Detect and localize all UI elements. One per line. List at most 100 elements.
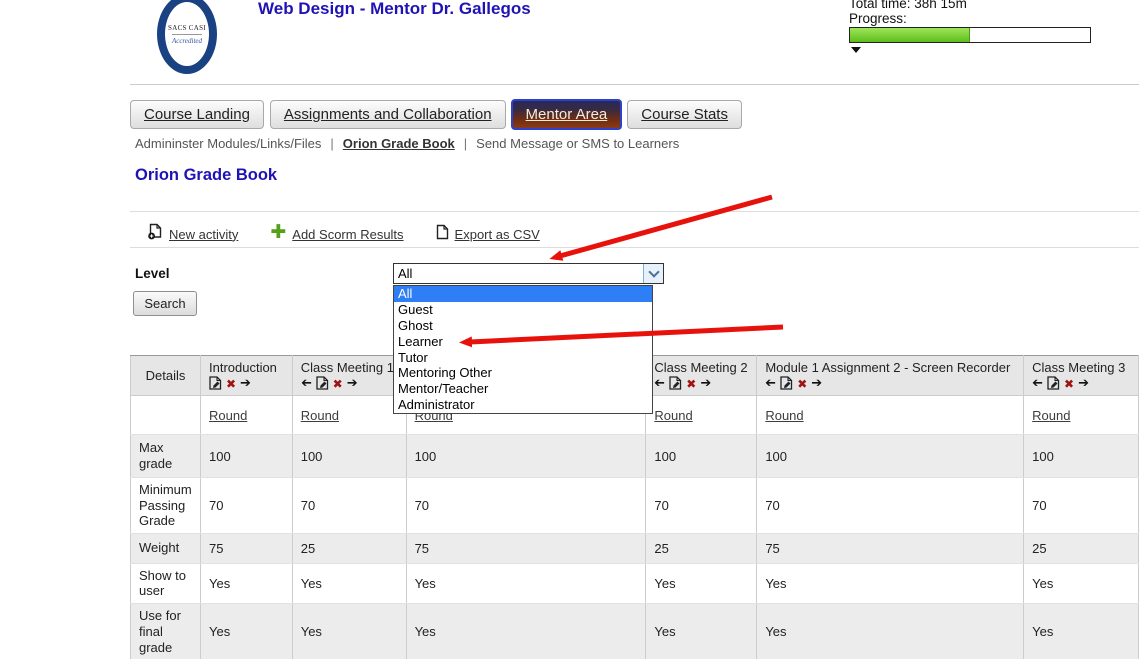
option-guest[interactable]: Guest <box>394 302 652 318</box>
option-ghost[interactable]: Ghost <box>394 318 652 334</box>
row-label: Minimum Passing Grade <box>131 478 201 534</box>
value-cell: 70 <box>1024 478 1139 534</box>
badge-line1: SACS CASI <box>168 24 206 32</box>
edit-activity-icon[interactable] <box>1047 376 1060 393</box>
option-administrator[interactable]: Administrator <box>394 397 652 413</box>
new-activity-link[interactable]: New activity <box>148 223 238 245</box>
subnav-item-send-message-or-sms-to-learners[interactable]: Send Message or SMS to Learners <box>476 136 679 151</box>
delete-activity-icon[interactable]: ✖ <box>797 378 807 390</box>
round-cell: Round <box>646 396 757 435</box>
level-select-dropdown: AllGuestGhostLearnerTutorMentoring Other… <box>393 285 653 414</box>
round-link[interactable]: Round <box>654 408 692 423</box>
row-label: Weight <box>131 533 201 563</box>
tab-assignments-and-collaboration[interactable]: Assignments and Collaboration <box>270 100 506 129</box>
details-header: Details <box>131 356 201 396</box>
table-row-use-for-final-grade: Use for final gradeYesYesYesYesYesYes <box>131 603 1139 659</box>
page-title: Orion Grade Book <box>135 166 277 185</box>
column-title: Class Meeting 2 <box>654 360 748 375</box>
tab-mentor-area[interactable]: Mentor Area <box>511 99 623 130</box>
tab-label: Assignments and Collaboration <box>284 106 492 123</box>
value-cell: 100 <box>406 435 646 478</box>
value-cell: Yes <box>406 603 646 659</box>
value-cell: 75 <box>406 533 646 563</box>
round-link[interactable]: Round <box>209 408 247 423</box>
subnav-separator: | <box>464 136 467 151</box>
option-tutor[interactable]: Tutor <box>394 350 652 366</box>
subnav-item-orion-grade-book[interactable]: Orion Grade Book <box>343 136 455 151</box>
value-cell: 100 <box>292 435 406 478</box>
column-actions: ➔ ✖ ➔ <box>654 377 748 391</box>
move-left-icon[interactable]: ➔ <box>301 378 312 390</box>
option-all[interactable]: All <box>394 286 652 302</box>
round-link[interactable]: Round <box>765 408 803 423</box>
delete-activity-icon[interactable]: ✖ <box>1064 378 1074 390</box>
option-mentor-teacher[interactable]: Mentor/Teacher <box>394 381 652 397</box>
add-plus-icon: ✚ <box>270 225 286 243</box>
row-label-text: Max grade <box>139 440 192 471</box>
total-time-text: Total time: 38h 15m <box>849 0 967 11</box>
add-plus-icon: ✚ <box>270 222 286 243</box>
level-select[interactable]: All <box>393 263 664 284</box>
tab-course-stats[interactable]: Course Stats <box>627 100 742 129</box>
table-row-max-grade: Max grade100100100100100100 <box>131 435 1139 478</box>
move-right-icon[interactable]: ➔ <box>240 378 251 390</box>
subnav-separator: | <box>330 136 333 151</box>
toolbar-divider-top <box>130 211 1139 212</box>
value-cell: Yes <box>292 603 406 659</box>
add-scorm-results-link[interactable]: ✚ Add Scorm Results <box>270 225 403 243</box>
move-right-icon[interactable]: ➔ <box>700 378 711 390</box>
badge-line2: Accredited <box>172 37 202 45</box>
value-cell: Yes <box>292 563 406 603</box>
tab-course-landing[interactable]: Course Landing <box>130 100 264 129</box>
edit-activity-icon[interactable] <box>669 376 682 393</box>
toolbar-link-label: Add Scorm Results <box>292 227 403 242</box>
row-label: Show to user <box>131 563 201 603</box>
round-cell: Round <box>292 396 406 435</box>
move-right-icon[interactable]: ➔ <box>811 378 822 390</box>
edit-activity-icon[interactable] <box>316 376 329 393</box>
subnav-item-admininster-modules-links-files[interactable]: Admininster Modules/Links/Files <box>135 136 321 151</box>
value-cell: Yes <box>200 563 292 603</box>
row-label-text: Show to user <box>139 568 192 599</box>
progress-bar-fill <box>850 28 970 42</box>
column-header-class-meeting-2: Class Meeting 2 ➔ ✖ ➔ <box>646 356 757 396</box>
edit-activity-icon[interactable] <box>209 376 222 393</box>
table-row-minimum-passing-grade: Minimum Passing Grade707070707070 <box>131 478 1139 534</box>
badge-divider <box>172 34 202 35</box>
value-cell: 25 <box>646 533 757 563</box>
toolbar-link-label: New activity <box>169 227 238 242</box>
round-link[interactable]: Round <box>301 408 339 423</box>
option-mentoring-other[interactable]: Mentoring Other <box>394 365 652 381</box>
csv-file-icon <box>436 224 449 245</box>
value-cell: 70 <box>292 478 406 534</box>
move-left-icon[interactable]: ➔ <box>1032 378 1043 390</box>
value-cell: 70 <box>406 478 646 534</box>
caret-down-icon[interactable] <box>851 47 861 53</box>
table-row-show-to-user: Show to userYesYesYesYesYesYes <box>131 563 1139 603</box>
option-learner[interactable]: Learner <box>394 334 652 350</box>
move-left-icon[interactable]: ➔ <box>654 378 665 390</box>
gradebook-toolbar: New activity ✚ Add Scorm Results Export as … <box>148 223 540 245</box>
export-as-csv-link[interactable]: Export as CSV <box>436 224 540 245</box>
delete-activity-icon[interactable]: ✖ <box>226 378 236 390</box>
search-button[interactable]: Search <box>133 291 197 316</box>
value-cell: Yes <box>1024 603 1139 659</box>
value-cell: Yes <box>646 563 757 603</box>
value-cell: 100 <box>200 435 292 478</box>
row-label-text: Weight <box>139 540 192 556</box>
chevron-down-icon[interactable] <box>643 264 663 283</box>
edit-activity-icon[interactable] <box>780 376 793 393</box>
column-actions: ➔ ✖ ➔ <box>301 377 398 391</box>
move-right-icon[interactable]: ➔ <box>347 378 358 390</box>
tab-label: Course Stats <box>641 106 728 123</box>
move-left-icon[interactable]: ➔ <box>765 378 776 390</box>
sacs-casi-accreditation-badge: SACS CASI Accredited <box>157 0 217 74</box>
delete-activity-icon[interactable]: ✖ <box>333 378 343 390</box>
round-link[interactable]: Round <box>1032 408 1070 423</box>
move-right-icon[interactable]: ➔ <box>1078 378 1089 390</box>
toolbar-link-label: Export as CSV <box>455 227 540 242</box>
round-cell: Round <box>1024 396 1139 435</box>
delete-activity-icon[interactable]: ✖ <box>686 378 696 390</box>
table-row-weight: Weight752575257525 <box>131 533 1139 563</box>
course-title: Web Design - Mentor Dr. Gallegos <box>258 0 531 19</box>
